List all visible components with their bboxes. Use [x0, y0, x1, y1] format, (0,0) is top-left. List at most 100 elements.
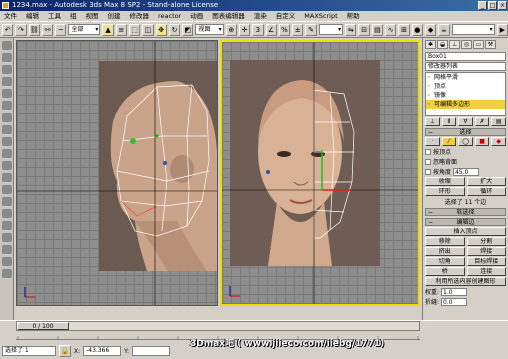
align-icon[interactable]: ⊟ — [358, 23, 370, 36]
time-slider-thumb[interactable]: 0 / 100 — [17, 322, 69, 330]
bind-spacewarp-icon[interactable]: ~ — [55, 23, 67, 36]
polygon-icon[interactable]: ■ — [474, 137, 490, 146]
stack-item-selected[interactable]: 可编辑多边形 — [426, 100, 505, 109]
create-shape-button[interactable]: 利用所选内容创建图形 — [425, 277, 506, 286]
weld-button[interactable]: 焊接 — [466, 247, 506, 256]
angle-snap-icon[interactable]: ∠ — [265, 23, 277, 36]
make-unique-icon[interactable]: ∀ — [458, 117, 473, 126]
named-selection-icon[interactable]: ✎ — [305, 23, 317, 36]
extrude-button[interactable]: 挤出 — [425, 247, 465, 256]
menu-file[interactable]: 文件 — [4, 11, 17, 21]
named-selection-sets-dropdown[interactable] — [318, 24, 344, 35]
maximize-button[interactable]: □ — [488, 1, 497, 10]
tool-strip-icon[interactable] — [2, 101, 12, 110]
shrink-button[interactable]: 收缩 — [425, 177, 465, 186]
menu-rendering[interactable]: 渲染 — [254, 11, 267, 21]
element-icon[interactable]: ◆ — [491, 137, 506, 146]
tool-strip-icon[interactable] — [2, 257, 12, 266]
select-rotate-icon[interactable]: ↻ — [168, 23, 181, 36]
x-coordinate-field[interactable]: -43.366 — [83, 346, 122, 356]
tool-strip-icon[interactable] — [2, 89, 12, 98]
window-crossing-icon[interactable]: ◫ — [142, 23, 154, 36]
tool-strip-icon[interactable] — [2, 161, 12, 170]
tool-strip-icon[interactable] — [2, 209, 12, 218]
by-angle-checkbox[interactable] — [425, 168, 431, 175]
material-editor-icon[interactable]: ● — [411, 23, 423, 36]
insert-vertex-button[interactable]: 插入顶点 — [425, 227, 506, 236]
select-scale-icon[interactable]: ◩ — [182, 23, 194, 36]
tool-strip-icon[interactable] — [2, 233, 12, 242]
ring-button[interactable]: 环形 — [425, 187, 465, 196]
time-slider[interactable]: 0 / 100 — [16, 321, 420, 331]
snaps-toggle-icon[interactable]: 3 — [252, 23, 264, 36]
bridge-button[interactable]: 桥 — [425, 267, 465, 276]
tool-strip-icon[interactable] — [2, 65, 12, 74]
stack-item[interactable]: 顶点 — [426, 82, 505, 91]
tool-strip-icon[interactable] — [2, 197, 12, 206]
render-last-icon[interactable]: ▶ — [496, 23, 508, 36]
tool-strip-icon[interactable] — [2, 149, 12, 158]
tool-strip-icon[interactable] — [2, 185, 12, 194]
layer-manager-icon[interactable]: ▤ — [371, 23, 384, 36]
y-coordinate-field[interactable] — [132, 346, 171, 356]
target-weld-button[interactable]: 目标焊接 — [466, 257, 506, 266]
tool-strip-icon[interactable] — [2, 137, 12, 146]
show-end-result-icon[interactable]: Ⅱ — [441, 117, 457, 126]
chamfer-button[interactable]: 切角 — [425, 257, 465, 266]
ignore-backfacing-checkbox[interactable] — [425, 158, 431, 165]
pivot-center-icon[interactable]: ⊕ — [225, 23, 237, 36]
connect-button[interactable]: 连接 — [466, 267, 506, 276]
split-button[interactable]: 分割 — [466, 237, 506, 246]
tool-strip-icon[interactable] — [2, 125, 12, 134]
schematic-view-icon[interactable]: ⊞ — [398, 23, 410, 36]
mirror-icon[interactable]: ⇋ — [345, 23, 357, 36]
configure-sets-icon[interactable]: ▤ — [491, 117, 506, 126]
close-button[interactable]: × — [498, 1, 507, 10]
stack-item[interactable]: 网格平滑 — [426, 73, 505, 82]
remove-button[interactable]: 移除 — [425, 237, 465, 246]
viewport-front[interactable] — [220, 40, 420, 306]
modify-tab-icon[interactable]: ◒ — [437, 40, 448, 49]
menu-modifiers[interactable]: 修改器 — [130, 11, 150, 21]
remove-modifier-icon[interactable]: ✗ — [474, 117, 490, 126]
tool-strip-icon[interactable] — [2, 41, 12, 50]
redo-icon[interactable]: ↷ — [15, 23, 27, 36]
pin-stack-icon[interactable]: ⊥ — [425, 117, 440, 126]
tool-strip-icon[interactable] — [2, 77, 12, 86]
menu-animation[interactable]: 动画 — [190, 11, 203, 21]
tool-strip-icon[interactable] — [2, 173, 12, 182]
menu-views[interactable]: 视图 — [86, 11, 99, 21]
loop-button[interactable]: 循环 — [466, 187, 506, 196]
soft-selection-rollout[interactable]: 软选择 — [425, 208, 506, 216]
utilities-tab-icon[interactable]: ⚒ — [485, 40, 496, 49]
select-by-name-icon[interactable]: ≡ — [115, 23, 127, 36]
menu-graph-editors[interactable]: 图表编辑器 — [212, 11, 245, 21]
render-scene-icon[interactable]: ◆ — [424, 23, 437, 36]
hierarchy-tab-icon[interactable]: ⊥ — [449, 40, 460, 49]
motion-tab-icon[interactable]: ◎ — [461, 40, 472, 49]
select-move-icon[interactable]: ✥ — [155, 23, 167, 36]
link-icon[interactable]: ⛓ — [28, 23, 40, 36]
weight-spinner[interactable]: 1.0 — [441, 287, 468, 296]
menu-reactor[interactable]: reactor — [158, 11, 181, 21]
spinner-snap-icon[interactable]: ± — [292, 23, 304, 36]
viewport-left[interactable] — [16, 40, 218, 306]
crease-spinner[interactable]: 0.0 — [441, 297, 468, 306]
menu-help[interactable]: 帮助 — [347, 11, 360, 21]
edit-edges-rollout[interactable]: 编辑边 — [425, 218, 506, 226]
menu-tools[interactable]: 工具 — [48, 11, 61, 21]
border-icon[interactable]: ◯ — [458, 137, 473, 146]
edge-icon[interactable]: ⁄ — [441, 137, 457, 146]
select-manipulate-icon[interactable]: ✛ — [238, 23, 251, 36]
minimize-button[interactable]: _ — [478, 1, 487, 10]
menu-create[interactable]: 创建 — [108, 11, 121, 21]
rectangular-selection-icon[interactable]: ⬚ — [128, 23, 141, 36]
menu-group[interactable]: 组 — [70, 11, 77, 21]
lock-selection-icon[interactable]: 🔒 — [59, 345, 71, 357]
stack-item[interactable]: 镜像 — [426, 91, 505, 100]
selection-filter-dropdown[interactable]: 全部 — [68, 24, 101, 35]
menu-maxscript[interactable]: MAXScript — [304, 11, 337, 21]
tool-strip-icon[interactable] — [2, 245, 12, 254]
unlink-icon[interactable]: ⚯ — [41, 23, 54, 36]
tool-strip-icon[interactable] — [2, 113, 12, 122]
